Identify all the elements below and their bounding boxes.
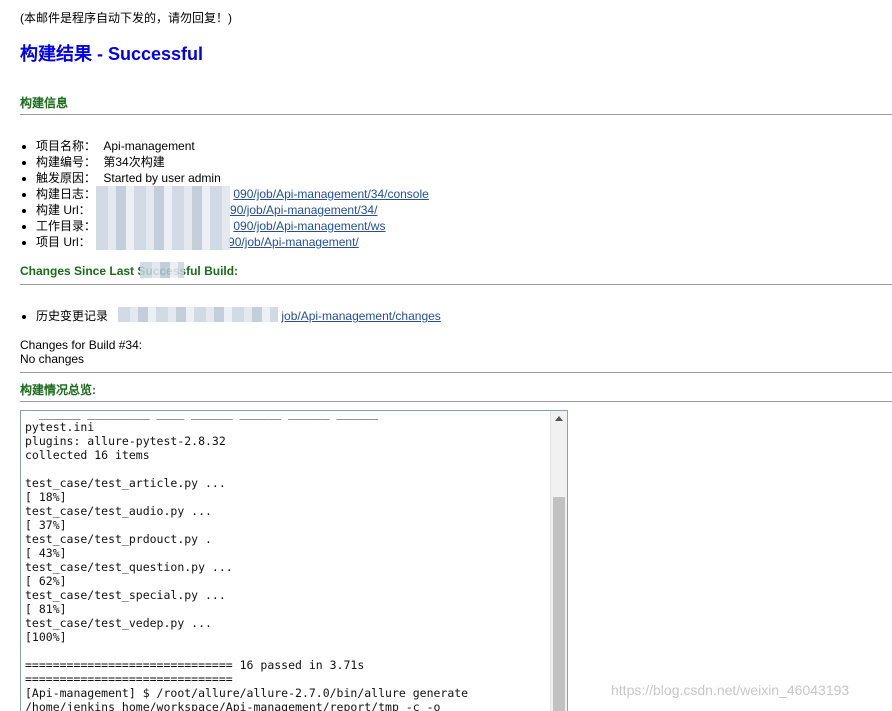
divider	[20, 401, 892, 402]
divider	[20, 284, 892, 285]
console-line: ==============================	[25, 672, 233, 686]
console-line: [ 43%]	[25, 546, 67, 560]
console-line: test_case/test_special.py ...	[25, 588, 226, 602]
changes-for-build-label: Changes for Build #34:	[20, 338, 143, 352]
console-line: ______ _________ ____ ______ ______ ____…	[25, 410, 379, 420]
list-item-build-number: 构建编号： 第34次构建	[20, 154, 429, 170]
item-label: 构建日志：	[36, 187, 97, 201]
console-line: collected 16 items	[25, 448, 150, 462]
scrollbar-thumb[interactable]	[553, 497, 565, 711]
project-name-value: Api-management	[103, 139, 195, 153]
console-line: test_case/test_vedep.py ...	[25, 616, 212, 630]
history-changes-link[interactable]: job/Api-management/changes	[281, 309, 440, 323]
console-line: test_case/test_article.py ...	[25, 476, 226, 490]
list-item-project-name: 项目名称： Api-management	[20, 138, 429, 154]
console-line: [ 37%]	[25, 518, 67, 532]
changes-summary: Changes for Build #34: No changes	[20, 338, 142, 366]
console-line: /home/jenkins_home/workspace/Api-managem…	[25, 700, 441, 711]
console-line: test_case/test_question.py ...	[25, 560, 233, 574]
workspace-link[interactable]: 090/job/Api-management/ws	[233, 219, 385, 233]
item-label: 构建 Url：	[36, 203, 91, 217]
item-label: 构建编号：	[36, 155, 97, 169]
console-line: test_case/test_audio.py ...	[25, 504, 212, 518]
history-label: 历史变更记录	[36, 309, 109, 323]
auto-send-notice: (本邮件是程序自动下发的，请勿回复！)	[20, 11, 232, 25]
console-line: [100%]	[25, 630, 67, 644]
console-output-text: ______ _________ ____ ______ ______ ____…	[21, 410, 567, 711]
console-line: [ 18%]	[25, 490, 67, 504]
divider	[20, 372, 892, 373]
redacted-host-mosaic	[96, 186, 230, 250]
redacted-mosaic	[118, 307, 278, 322]
changes-heading: Changes Since Last Successful Build:	[20, 264, 239, 278]
item-label: 项目名称：	[36, 139, 97, 153]
console-line: [ 62%]	[25, 574, 67, 588]
console-line: ============================== 16 passed…	[25, 658, 365, 672]
build-info-heading: 构建信息	[20, 96, 69, 110]
console-scrollbar[interactable]	[550, 411, 567, 711]
item-label: 工作目录：	[36, 219, 97, 233]
item-label: 触发原因：	[36, 171, 97, 185]
build-number-value: 第34次构建	[103, 155, 165, 169]
console-line: [Api-management] $ /root/allure/allure-2…	[25, 686, 469, 700]
redacted-mosaic	[140, 262, 184, 278]
no-changes-label: No changes	[20, 352, 85, 366]
console-line: pytest.ini	[25, 420, 95, 434]
overview-heading: 构建情况总览:	[20, 383, 96, 397]
list-item-trigger-cause: 触发原因： Started by user admin	[20, 170, 429, 186]
trigger-cause-value: Started by user admin	[103, 171, 221, 185]
console-output-box[interactable]: ______ _________ ____ ______ ______ ____…	[20, 410, 568, 711]
project-url-link[interactable]: 90/job/Api-management/	[228, 235, 359, 249]
console-line: [ 81%]	[25, 602, 67, 616]
scroll-up-arrow-icon[interactable]	[555, 416, 563, 421]
build-result-title: 构建结果 - Successful	[20, 44, 204, 64]
console-line: plugins: allure-pytest-2.8.32	[25, 434, 226, 448]
console-line: test_case/test_prdouct.py .	[25, 532, 212, 546]
item-label: 项目 Url：	[36, 235, 91, 249]
build-url-link[interactable]: 90/job/Api-management/34/	[230, 203, 377, 217]
divider	[20, 114, 892, 115]
watermark: https://blog.csdn.net/weixin_46043193	[611, 682, 850, 698]
build-log-link[interactable]: 090/job/Api-management/34/console	[233, 187, 428, 201]
